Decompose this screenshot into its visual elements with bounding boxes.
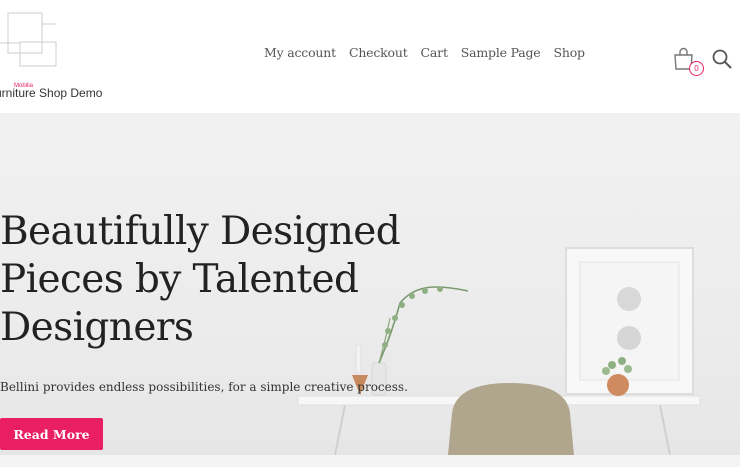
logo-mark <box>0 12 57 67</box>
site-header: Mobilia urniture Shop Demo My account Ch… <box>0 0 740 113</box>
hero-banner: Beautifully Designed Pieces by Talented … <box>0 113 740 455</box>
hero-title: Beautifully Designed Pieces by Talented … <box>0 209 401 350</box>
main-navigation: My account Checkout Cart Sample Page Sho… <box>264 45 598 60</box>
nav-item-cart[interactable]: Cart <box>421 45 448 60</box>
read-more-button[interactable]: Read More <box>0 418 103 450</box>
nav-item-shop[interactable]: Shop <box>554 45 586 60</box>
cart-count-badge: 0 <box>689 61 704 76</box>
page-bottom-strip <box>0 455 740 467</box>
nav-item-checkout[interactable]: Checkout <box>349 45 408 60</box>
hero-subtitle: Bellini provides endless possibilities, … <box>0 380 408 394</box>
site-tagline: urniture Shop Demo <box>0 86 103 100</box>
nav-item-my-account[interactable]: My account <box>264 45 336 60</box>
search-button[interactable] <box>711 48 733 70</box>
cart-button[interactable]: 0 <box>672 47 706 77</box>
site-logo[interactable]: Mobilia <box>0 12 58 89</box>
search-icon <box>712 49 732 69</box>
nav-item-sample-page[interactable]: Sample Page <box>461 45 541 60</box>
